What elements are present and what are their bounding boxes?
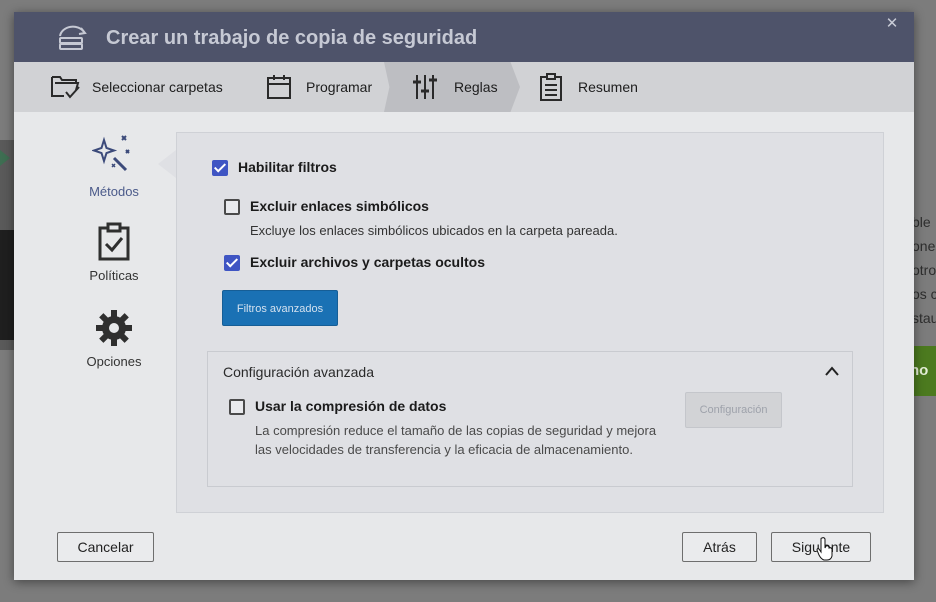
sliders-icon: [413, 75, 437, 99]
background-text-line: stau: [912, 310, 936, 326]
clipboard-check-icon: [98, 222, 130, 261]
step-label: Resumen: [578, 79, 638, 95]
step-label: Programar: [306, 79, 373, 95]
hand-cursor-icon: [816, 537, 833, 561]
dialog-title: Crear un trabajo de copia de seguridad: [106, 27, 478, 49]
advanced-settings-section: Configuración avanzada Usar la compresió…: [207, 351, 853, 487]
sidebar-item-methods[interactable]: Métodos: [74, 134, 154, 199]
panel-pointer: [158, 150, 176, 178]
step-label: Seleccionar carpetas: [92, 79, 223, 95]
data-compression-label: Usar la compresión de datos: [255, 398, 447, 414]
background-text-line: otro: [912, 262, 936, 278]
background-text-line: ones: [912, 238, 936, 254]
sidebar-item-label: Métodos: [89, 184, 139, 199]
enable-filters-checkbox[interactable]: [212, 160, 228, 176]
dialog-content: Métodos Políticas Opciones Habilitar fil…: [14, 112, 914, 580]
background-text-line: ble: [912, 214, 931, 230]
advanced-filters-button[interactable]: Filtros avanzados: [222, 290, 338, 326]
filters-panel: Habilitar filtros Excluir enlaces simból…: [176, 132, 884, 513]
exclude-symlinks-checkbox[interactable]: [224, 199, 240, 215]
dialog-titlebar: Crear un trabajo de copia de seguridad ✕: [14, 12, 914, 62]
back-button[interactable]: Atrás: [682, 532, 757, 562]
calendar-icon: [267, 75, 291, 99]
background-right-text: ble ones otro os c stau: [912, 210, 936, 330]
exclude-symlinks-description: Excluye los enlaces simbólicos ubicados …: [250, 223, 618, 238]
step-select-folders[interactable]: Seleccionar carpetas: [50, 62, 223, 112]
exclude-hidden-label: Excluir archivos y carpetas ocultos: [250, 254, 485, 270]
sidebar-item-policies[interactable]: Políticas: [74, 222, 154, 283]
background-text-line: os c: [912, 286, 936, 302]
enable-filters-label: Habilitar filtros: [238, 159, 337, 175]
cancel-button[interactable]: Cancelar: [57, 532, 154, 562]
clipboard-list-icon: [540, 73, 562, 101]
wizard-steps: Seleccionar carpetas Programar Reglas Re…: [14, 62, 914, 112]
folder-check-icon: [51, 76, 80, 99]
step-rules[interactable]: Reglas: [412, 62, 498, 112]
data-compression-description-line: La compresión reduce el tamaño de las co…: [255, 423, 657, 438]
chevron-up-icon[interactable]: [824, 364, 840, 378]
step-label: Reglas: [454, 79, 498, 95]
step-summary[interactable]: Resumen: [536, 62, 638, 112]
compression-config-button[interactable]: Configuración: [685, 392, 782, 428]
exclude-symlinks-label: Excluir enlaces simbólicos: [250, 198, 429, 214]
gear-icon: [96, 310, 132, 346]
backup-disk-icon: [59, 25, 87, 50]
data-compression-checkbox[interactable]: [229, 399, 245, 415]
background-left-panel: [0, 230, 14, 340]
data-compression-description-line: las velocidades de transferencia y la ef…: [255, 442, 633, 457]
sidebar-item-label: Opciones: [86, 354, 142, 369]
close-icon[interactable]: ✕: [884, 16, 900, 32]
step-schedule[interactable]: Programar: [264, 62, 372, 112]
background-left-marker: [0, 150, 10, 166]
backup-job-dialog: Crear un trabajo de copia de seguridad ✕…: [14, 12, 914, 580]
advanced-settings-title: Configuración avanzada: [223, 364, 374, 380]
magic-wand-icon: [92, 135, 130, 172]
sidebar-item-options[interactable]: Opciones: [74, 308, 154, 369]
exclude-hidden-checkbox[interactable]: [224, 255, 240, 271]
sidebar-item-label: Políticas: [89, 268, 139, 283]
